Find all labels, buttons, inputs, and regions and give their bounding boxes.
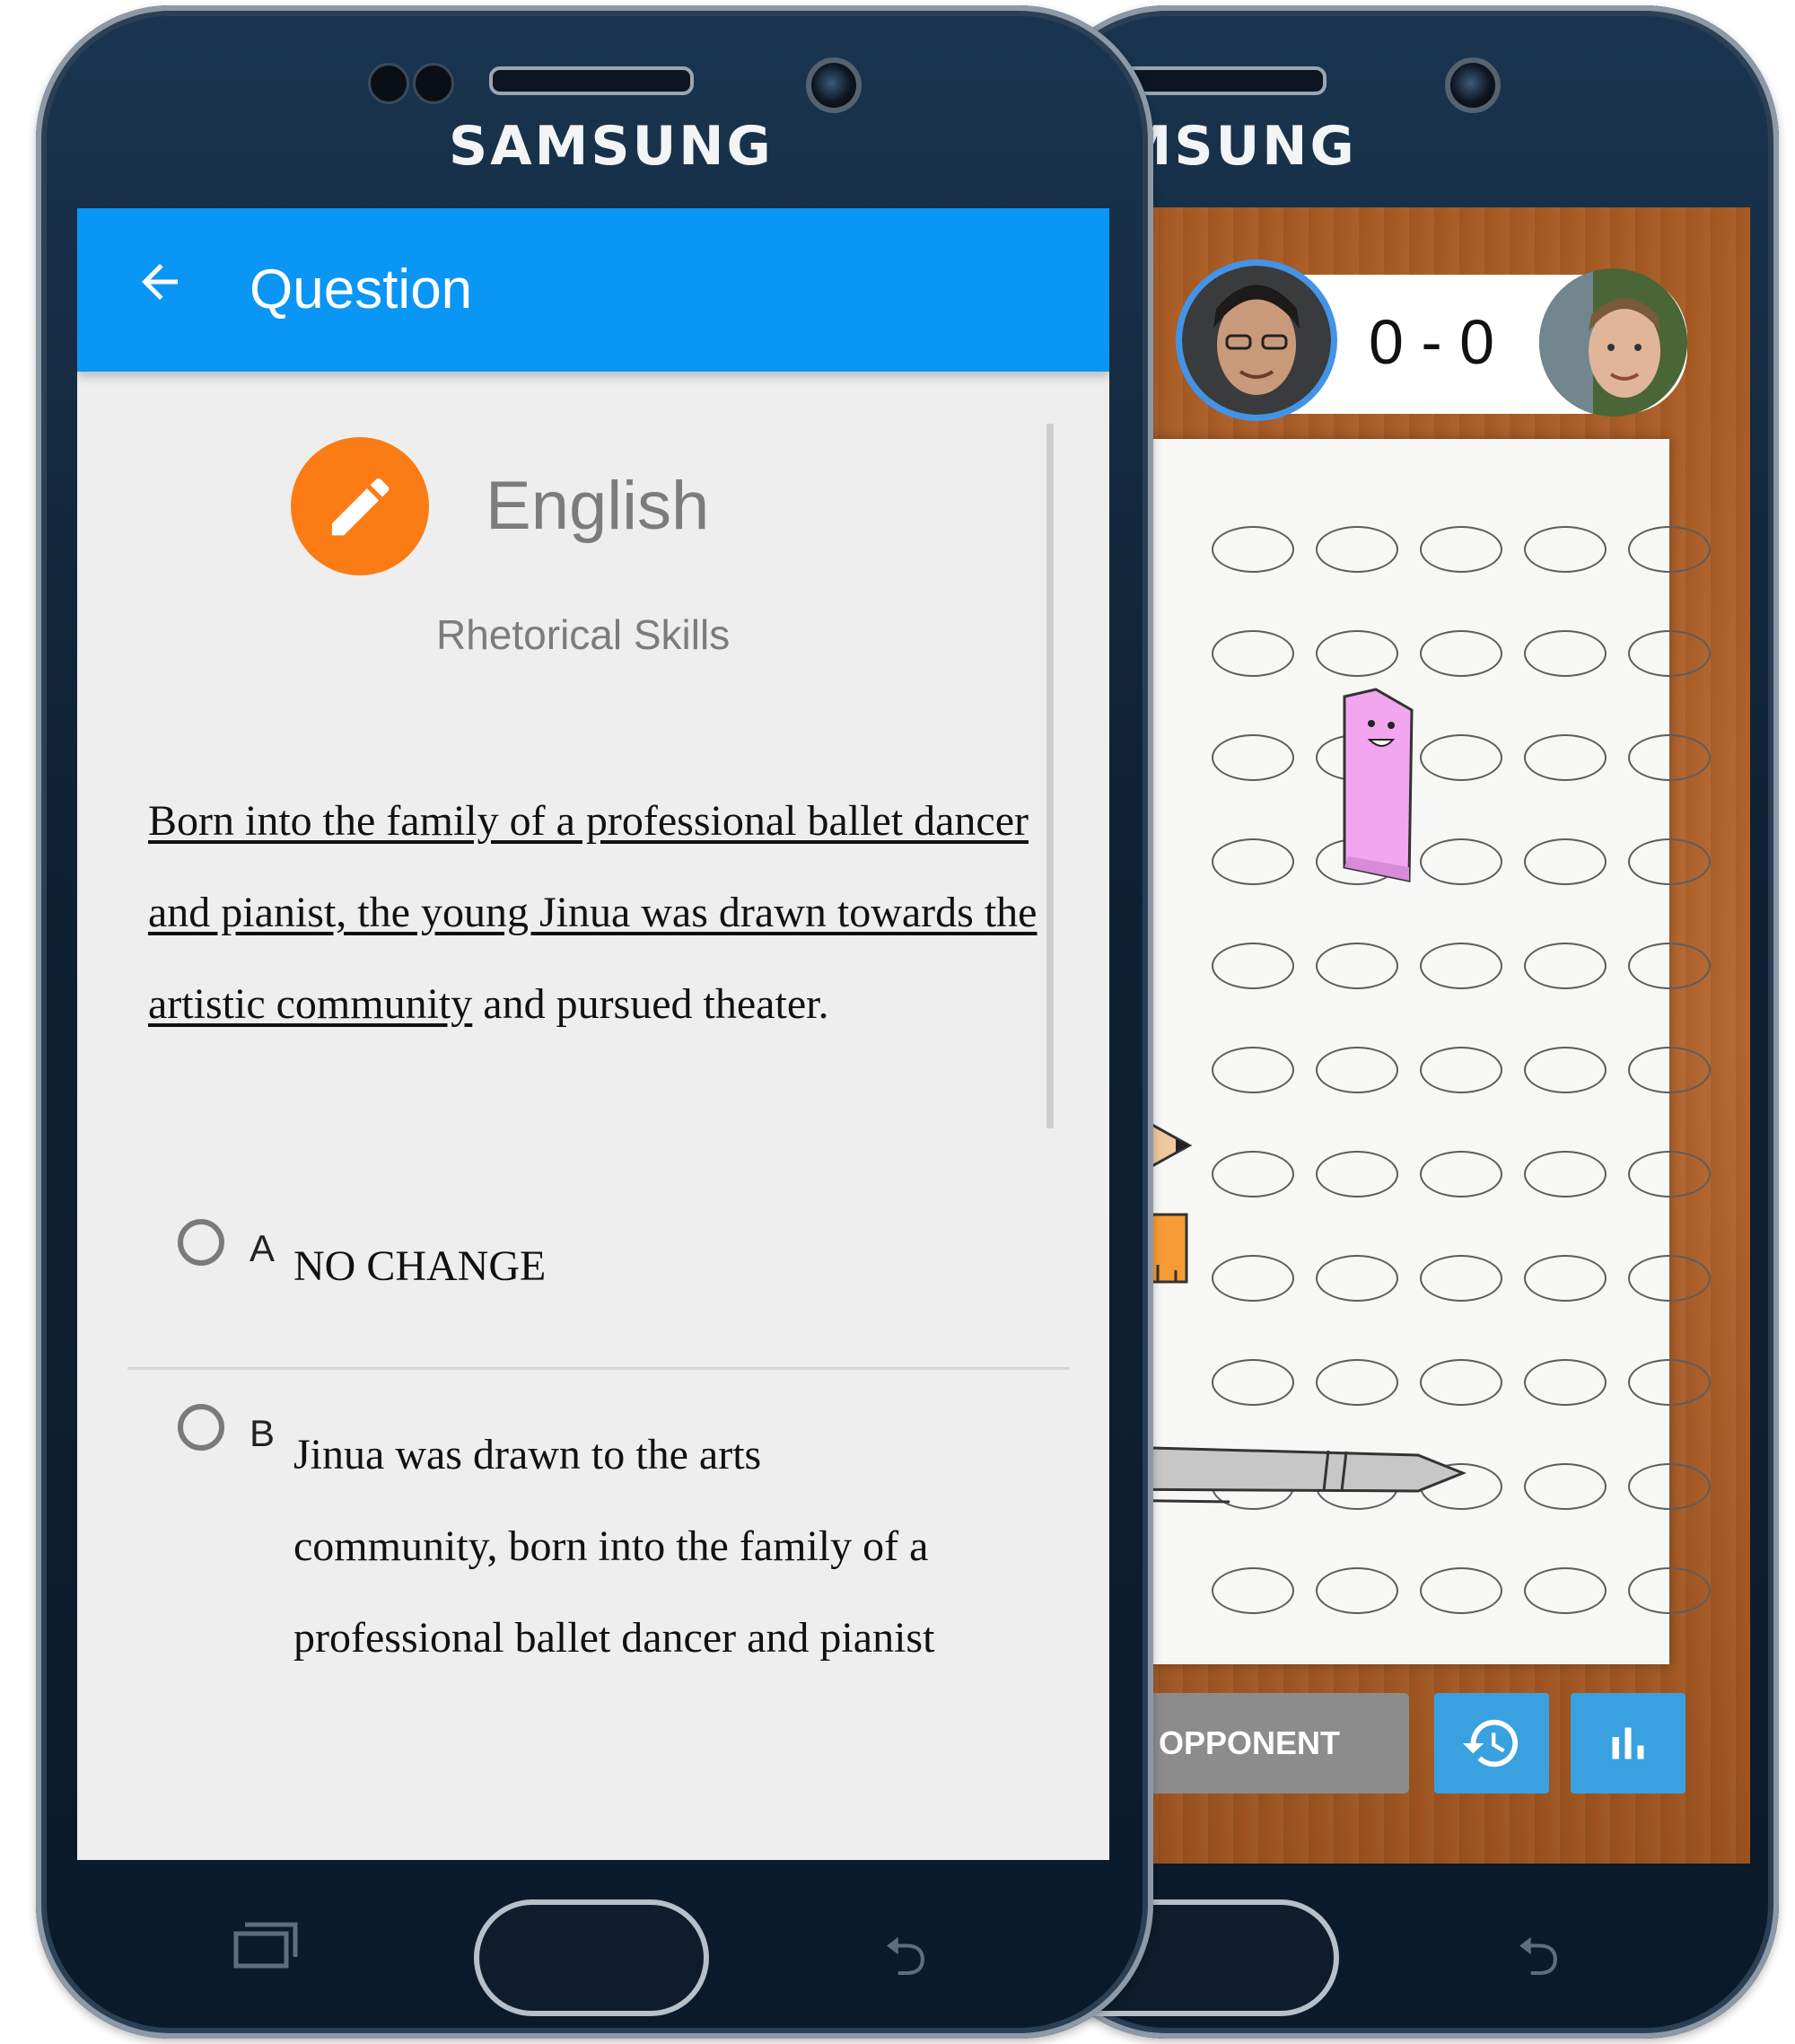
choice-a-letter: A bbox=[250, 1227, 276, 1269]
right-phone-camera bbox=[1445, 57, 1501, 113]
answer-bubble bbox=[1420, 838, 1502, 885]
answer-bubble bbox=[1420, 630, 1502, 677]
answer-bubble bbox=[1420, 526, 1502, 573]
answer-bubble bbox=[1420, 1255, 1502, 1302]
opponent-face-icon bbox=[1539, 268, 1687, 417]
answer-bubble bbox=[1628, 1151, 1711, 1197]
bar-chart-icon bbox=[1612, 1727, 1644, 1759]
back-arrow-icon[interactable] bbox=[133, 255, 187, 309]
answer-bubble bbox=[1628, 1047, 1711, 1093]
answer-bubble bbox=[1524, 1047, 1607, 1093]
answer-bubble bbox=[1316, 1255, 1398, 1302]
answer-bubble bbox=[1628, 1255, 1711, 1302]
answer-bubble bbox=[1316, 1047, 1398, 1093]
left-screen: Question English Rhetorical Skills Born … bbox=[77, 208, 1109, 1860]
answer-bubble bbox=[1524, 1151, 1607, 1197]
player-face-icon bbox=[1182, 266, 1331, 415]
answer-bubble bbox=[1524, 734, 1607, 781]
page-title: Question bbox=[250, 259, 473, 320]
answer-bubble bbox=[1316, 1359, 1398, 1406]
answer-bubble bbox=[1316, 1151, 1398, 1197]
subject-name: English bbox=[486, 468, 710, 544]
choice-a-text: NO CHANGE bbox=[293, 1242, 547, 1290]
score-text: 0 - 0 bbox=[1369, 307, 1495, 377]
left-phone-camera bbox=[806, 57, 862, 113]
answer-bubble bbox=[1628, 630, 1711, 677]
answer-bubble bbox=[1628, 734, 1711, 781]
radio-a[interactable] bbox=[178, 1219, 224, 1266]
answer-bubble bbox=[1524, 1359, 1607, 1406]
history-button[interactable] bbox=[1434, 1693, 1549, 1794]
answer-bubble bbox=[1212, 1151, 1294, 1197]
choice-b-text: Jinua was drawn to the arts community, b… bbox=[293, 1431, 935, 1662]
answer-bubble bbox=[1212, 1255, 1294, 1302]
answer-bubble bbox=[1628, 1359, 1711, 1406]
right-back-icon[interactable]: ⮌ bbox=[1517, 1917, 1560, 2009]
answer-bubble bbox=[1524, 526, 1607, 573]
left-phone-speaker bbox=[489, 66, 694, 95]
player-avatar[interactable] bbox=[1176, 259, 1337, 421]
recent-apps-glyph bbox=[233, 1922, 298, 1969]
answer-bubble bbox=[1628, 526, 1711, 573]
pencil-icon bbox=[331, 478, 390, 536]
answer-bubble bbox=[1524, 1567, 1607, 1614]
answer-bubble bbox=[1628, 838, 1711, 885]
answer-bubble bbox=[1628, 943, 1711, 989]
left-phone: SAMSUNG Question English Rhetorical Skil… bbox=[36, 5, 1153, 2039]
answer-bubble bbox=[1316, 943, 1398, 989]
answer-bubble bbox=[1212, 1359, 1294, 1406]
question-passage: Born into the family of a professional b… bbox=[148, 776, 1099, 1050]
answer-bubble bbox=[1212, 526, 1294, 573]
answer-bubble bbox=[1212, 1047, 1294, 1093]
answer-bubble bbox=[1316, 526, 1398, 573]
proximity-sensor bbox=[368, 63, 409, 104]
subject-badge bbox=[291, 437, 429, 575]
history-icon bbox=[1462, 1719, 1519, 1768]
left-home-button[interactable] bbox=[474, 1899, 709, 2016]
eraser-doodle bbox=[1343, 688, 1414, 882]
passage-rest: and pursued theater. bbox=[472, 980, 829, 1028]
choice-divider bbox=[127, 1367, 1070, 1370]
choice-b-letter: B bbox=[250, 1412, 276, 1454]
answer-bubble bbox=[1628, 1463, 1711, 1510]
answer-bubble bbox=[1524, 1255, 1607, 1302]
answer-bubble bbox=[1420, 1567, 1502, 1614]
answer-bubble bbox=[1212, 943, 1294, 989]
opponent-avatar[interactable] bbox=[1539, 268, 1687, 417]
answer-bubble bbox=[1420, 943, 1502, 989]
answer-bubble bbox=[1316, 630, 1398, 677]
answer-bubble bbox=[1524, 630, 1607, 677]
answer-bubble bbox=[1524, 943, 1607, 989]
answer-bubble bbox=[1212, 734, 1294, 781]
answer-bubble bbox=[1420, 1359, 1502, 1406]
radio-b[interactable] bbox=[178, 1404, 224, 1451]
answer-bubble bbox=[1212, 838, 1294, 885]
answer-bubble bbox=[1316, 1567, 1398, 1614]
light-sensor bbox=[413, 63, 454, 104]
answer-bubble bbox=[1420, 1047, 1502, 1093]
answer-bubble bbox=[1524, 838, 1607, 885]
answer-bubble bbox=[1420, 1151, 1502, 1197]
answer-bubble bbox=[1628, 1567, 1711, 1614]
left-phone-brand: SAMSUNG bbox=[449, 115, 774, 178]
answer-bubble bbox=[1212, 1567, 1294, 1614]
answer-bubble bbox=[1524, 1463, 1607, 1510]
left-back-icon[interactable]: ⮌ bbox=[884, 1917, 927, 2009]
answer-bubble bbox=[1212, 630, 1294, 677]
subject-category: Rhetorical Skills bbox=[436, 611, 731, 658]
stats-button[interactable] bbox=[1571, 1693, 1686, 1794]
app-bar: Question bbox=[77, 208, 1109, 372]
answer-bubble bbox=[1420, 734, 1502, 781]
recent-apps-icon[interactable] bbox=[229, 1917, 301, 1985]
